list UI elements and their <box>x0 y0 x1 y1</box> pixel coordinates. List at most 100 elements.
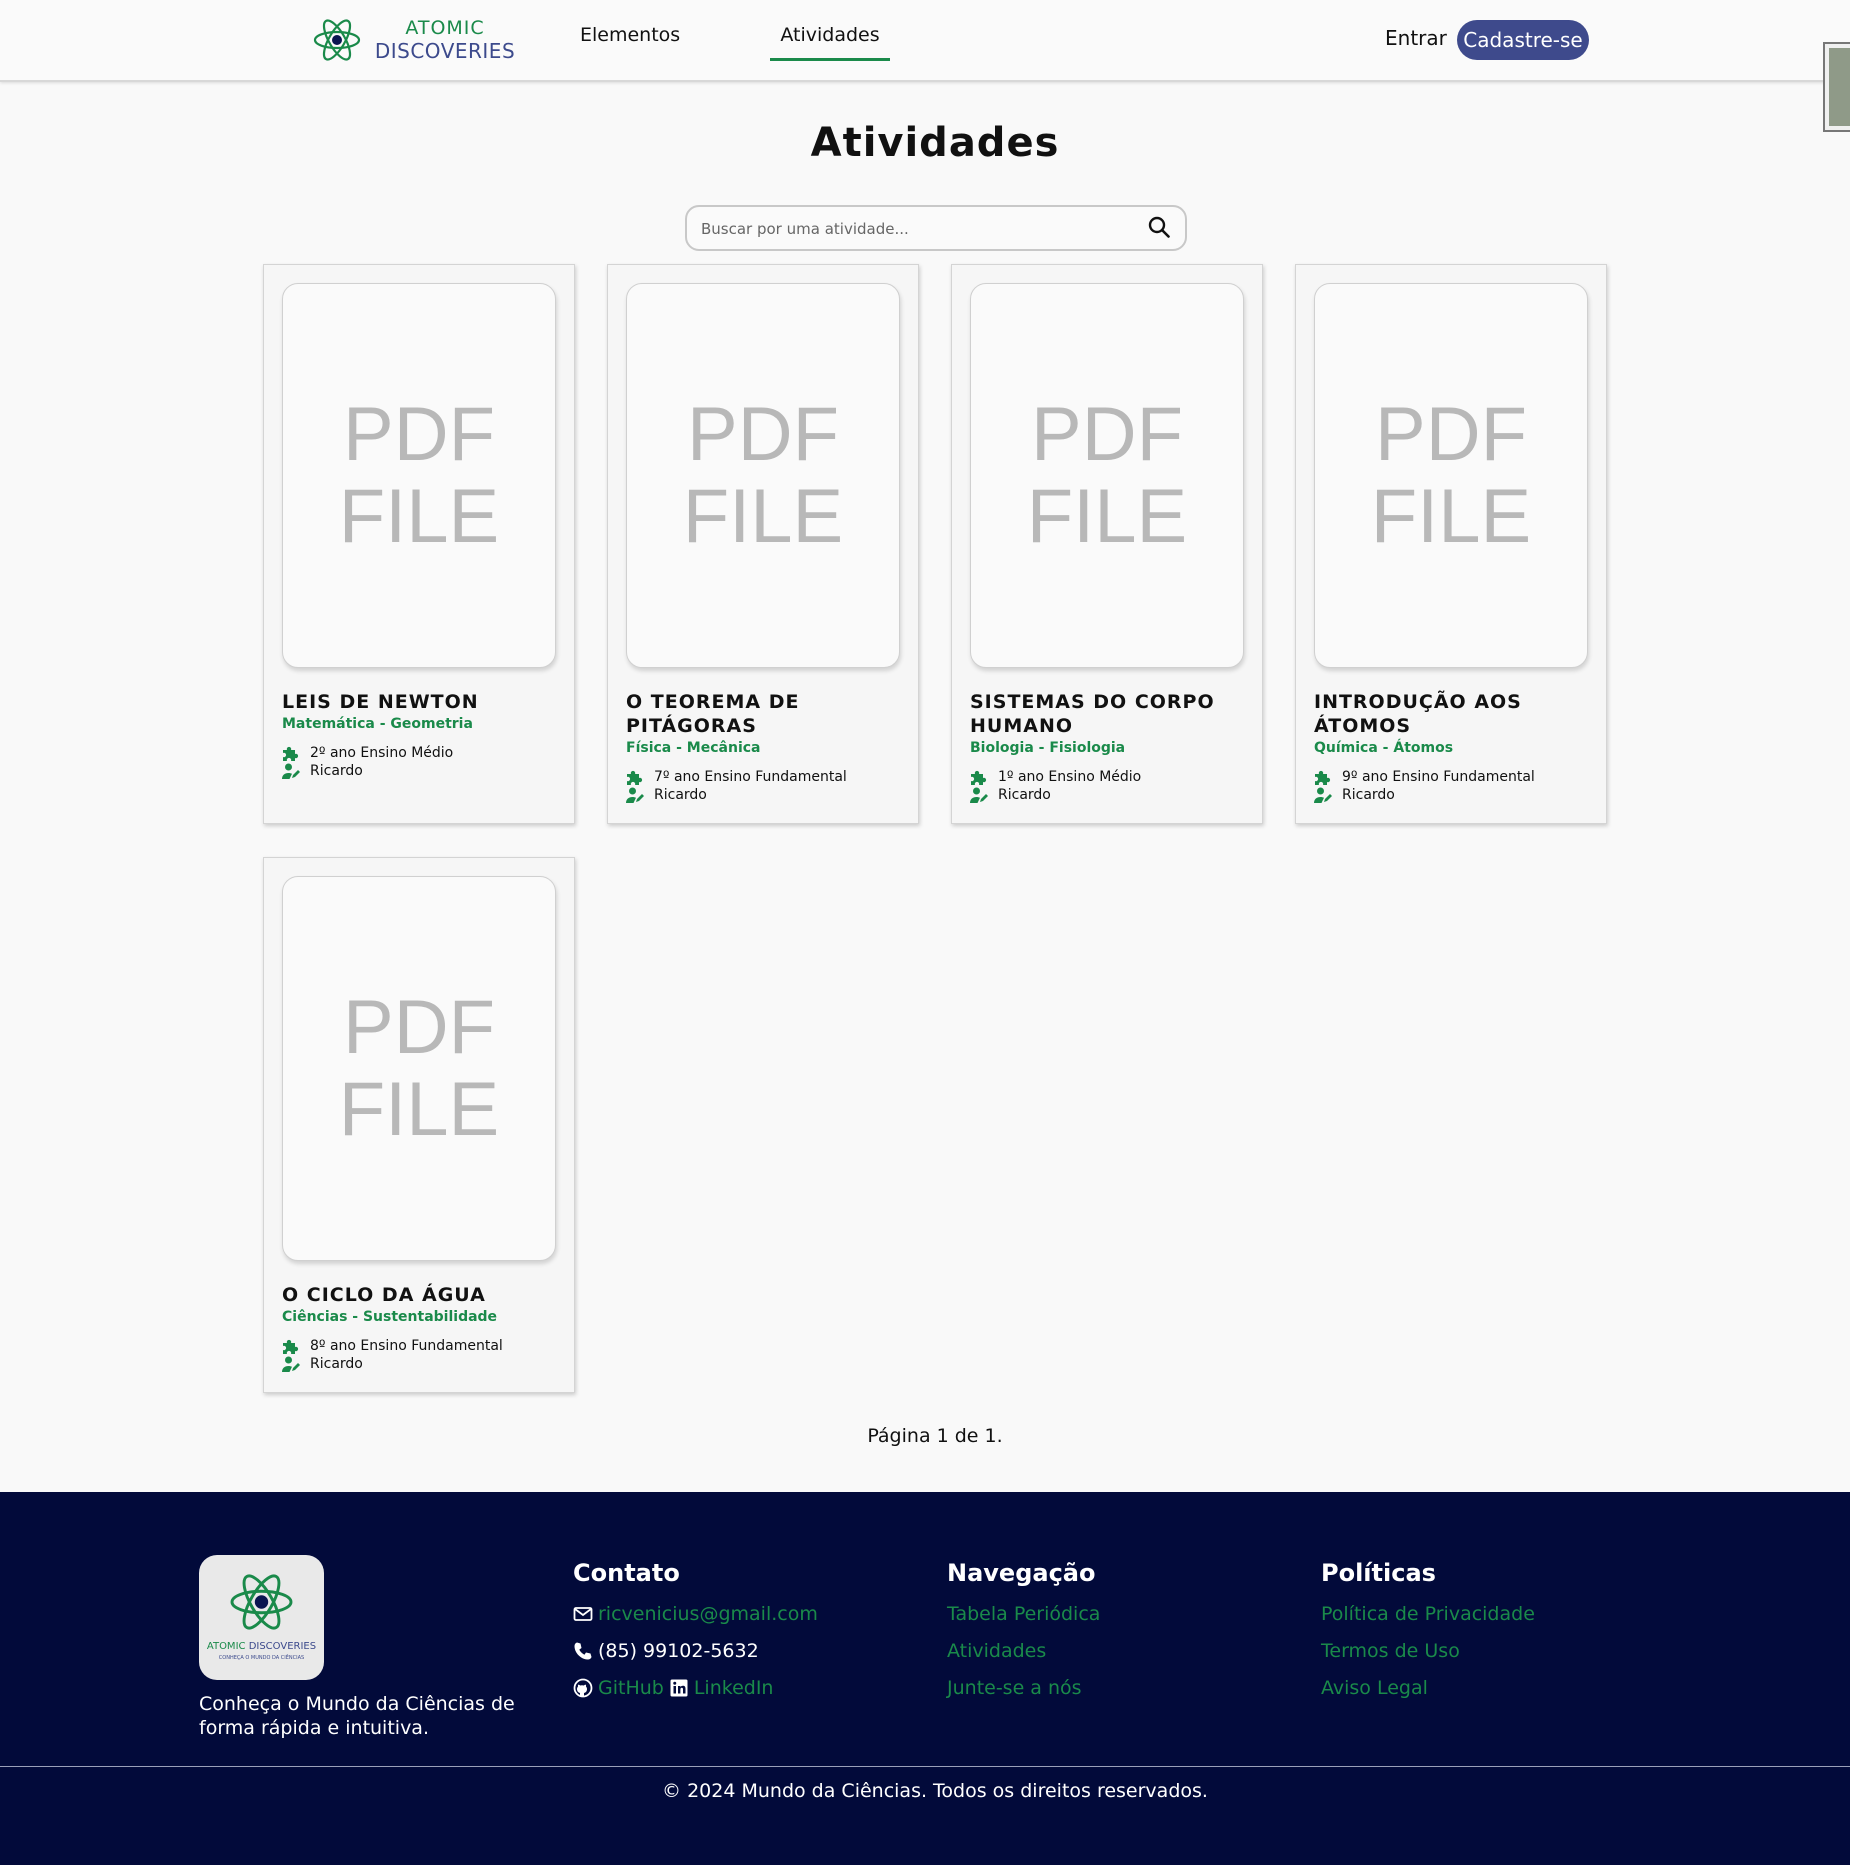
logo-line-1: ATOMIC <box>405 17 485 39</box>
side-tab-image <box>1829 48 1850 126</box>
user-edit-icon <box>282 1356 300 1372</box>
footer-link-tabela-periodica[interactable]: Tabela Periódica <box>947 1602 1100 1626</box>
file-label: FILE <box>1370 474 1532 559</box>
pdf-thumbnail[interactable]: PDF FILE <box>282 283 556 668</box>
card-grade: 1º ano Ensino Médio <box>998 769 1142 785</box>
card-title[interactable]: O TEOREMA DE PITÁGORAS <box>626 690 916 738</box>
footer-link-privacidade[interactable]: Política de Privacidade <box>1321 1602 1535 1626</box>
email-link[interactable]: ricvenicius@gmail.com <box>598 1602 818 1626</box>
user-edit-icon <box>282 763 300 779</box>
email-row: ricvenicius@gmail.com <box>573 1602 818 1639</box>
pdf-label: PDF <box>343 985 495 1070</box>
github-link[interactable]: GitHub <box>598 1676 664 1700</box>
footer-tagline: Conheça o Mundo da Ciências de forma ráp… <box>199 1693 515 1739</box>
activity-card[interactable]: PDF FILE O TEOREMA DE PITÁGORAS Física -… <box>607 264 919 824</box>
site-footer: ATOMIC DISCOVERIES CONHEÇA O MUNDO DA CI… <box>0 1492 1850 1865</box>
activity-card[interactable]: PDF FILE SISTEMAS DO CORPO HUMANO Biolog… <box>951 264 1263 824</box>
activity-card[interactable]: PDF FILE INTRODUÇÃO AOS ÁTOMOS Química -… <box>1295 264 1607 824</box>
site-logo[interactable]: ATOMIC DISCOVERIES <box>312 14 518 66</box>
author-row: Ricardo <box>282 762 572 780</box>
grade-row: 2º ano Ensino Médio <box>282 744 572 762</box>
card-meta: 1º ano Ensino Médio Ricardo <box>970 768 1260 804</box>
footer-logo-slogan: CONHEÇA O MUNDO DA CIÊNCIAS <box>218 1655 305 1661</box>
file-label: FILE <box>338 1067 500 1152</box>
card-subject: Física - Mecânica <box>626 740 761 756</box>
nav-atividades[interactable]: Atividades <box>770 24 890 64</box>
file-label: FILE <box>682 474 844 559</box>
card-title[interactable]: O CICLO DA ÁGUA <box>282 1283 572 1307</box>
github-icon <box>573 1678 593 1698</box>
signup-button[interactable]: Cadastre-se <box>1457 20 1589 60</box>
card-grade: 7º ano Ensino Fundamental <box>654 769 847 785</box>
top-navbar: ATOMIC DISCOVERIES Elementos Atividades … <box>0 0 1850 82</box>
puzzle-icon <box>971 770 987 785</box>
copyright-text: © 2024 Mundo da Ciências. Todos os direi… <box>662 1780 1208 1802</box>
pdf-placeholder-text: PDF FILE <box>283 394 555 558</box>
page-title: Atividades <box>810 120 1060 166</box>
card-subject: Biologia - Fisiologia <box>970 740 1126 756</box>
card-title[interactable]: LEIS DE NEWTON <box>282 690 572 714</box>
author-row: Ricardo <box>1314 786 1604 804</box>
pdf-thumbnail[interactable]: PDF FILE <box>282 876 556 1261</box>
grade-row: 7º ano Ensino Fundamental <box>626 768 916 786</box>
search-icon[interactable] <box>1148 216 1170 238</box>
card-grade: 8º ano Ensino Fundamental <box>310 1338 503 1354</box>
linkedin-link[interactable]: LinkedIn <box>694 1676 774 1700</box>
pdf-thumbnail[interactable]: PDF FILE <box>1314 283 1588 668</box>
pdf-label: PDF <box>343 392 495 477</box>
search-bar <box>685 205 1187 251</box>
pdf-thumbnail[interactable]: PDF FILE <box>626 283 900 668</box>
footer-nav-title: Navegação <box>947 1559 1096 1587</box>
phone-row: (85) 99102-5632 <box>573 1639 818 1676</box>
footer-policies-title: Políticas <box>1321 1559 1436 1587</box>
file-label: FILE <box>1026 474 1188 559</box>
footer-link-junte-se[interactable]: Junte-se a nós <box>947 1676 1082 1700</box>
grade-row: 8º ano Ensino Fundamental <box>282 1337 572 1355</box>
card-meta: 8º ano Ensino Fundamental Ricardo <box>282 1337 572 1373</box>
card-author: Ricardo <box>654 787 707 803</box>
card-body: LEIS DE NEWTON Matemática - Geometria 2º… <box>282 690 572 780</box>
footer-link-termos[interactable]: Termos de Uso <box>1321 1639 1460 1663</box>
footer-contact-title: Contato <box>573 1559 680 1587</box>
grade-row: 9º ano Ensino Fundamental <box>1314 768 1604 786</box>
card-author: Ricardo <box>310 763 363 779</box>
search-input[interactable] <box>699 215 1123 243</box>
author-row: Ricardo <box>626 786 916 804</box>
card-grade: 9º ano Ensino Fundamental <box>1342 769 1535 785</box>
footer-divider <box>0 1766 1850 1767</box>
activity-card[interactable]: PDF FILE LEIS DE NEWTON Matemática - Geo… <box>263 264 575 824</box>
logo-wordmark: ATOMIC DISCOVERIES <box>370 17 520 63</box>
puzzle-icon <box>283 1339 299 1354</box>
card-body: INTRODUÇÃO AOS ÁTOMOS Química - Átomos 9… <box>1314 690 1604 804</box>
social-row: GitHub LinkedIn <box>573 1676 818 1713</box>
card-subject: Química - Átomos <box>1314 740 1454 756</box>
footer-link-atividades[interactable]: Atividades <box>947 1639 1046 1663</box>
side-tab-widget[interactable] <box>1823 42 1850 132</box>
pdf-label: PDF <box>1375 392 1527 477</box>
footer-contact-column: Contato ricvenicius@gmail.com (85) 99102… <box>573 1558 818 1713</box>
pdf-thumbnail[interactable]: PDF FILE <box>970 283 1244 668</box>
card-title[interactable]: SISTEMAS DO CORPO HUMANO <box>970 690 1260 738</box>
card-title[interactable]: INTRODUÇÃO AOS ÁTOMOS <box>1314 690 1604 738</box>
user-edit-icon <box>1314 787 1332 803</box>
puzzle-icon <box>627 770 643 785</box>
pdf-placeholder-text: PDF FILE <box>627 394 899 558</box>
logo-line-2: DISCOVERIES <box>374 39 516 63</box>
card-body: O TEOREMA DE PITÁGORAS Física - Mecânica… <box>626 690 916 804</box>
activity-card[interactable]: PDF FILE O CICLO DA ÁGUA Ciências - Sust… <box>263 857 575 1393</box>
card-meta: 7º ano Ensino Fundamental Ricardo <box>626 768 916 804</box>
card-meta: 2º ano Ensino Médio Ricardo <box>282 744 572 780</box>
footer-link-aviso-legal[interactable]: Aviso Legal <box>1321 1676 1428 1700</box>
login-button[interactable]: Entrar <box>1385 26 1447 50</box>
card-grade: 2º ano Ensino Médio <box>310 745 454 761</box>
card-body: O CICLO DA ÁGUA Ciências - Sustentabilid… <box>282 1283 572 1373</box>
card-author: Ricardo <box>1342 787 1395 803</box>
footer-logo[interactable]: ATOMIC DISCOVERIES CONHEÇA O MUNDO DA CI… <box>199 1555 324 1680</box>
user-edit-icon <box>626 787 644 803</box>
footer-logo-wordmark: ATOMIC DISCOVERIES <box>199 1641 324 1652</box>
nav-elementos[interactable]: Elementos <box>580 24 680 64</box>
grade-row: 1º ano Ensino Médio <box>970 768 1260 786</box>
footer-policies-column: Políticas Política de Privacidade Termos… <box>1321 1558 1535 1713</box>
card-subject: Ciências - Sustentabilidade <box>282 1309 498 1325</box>
user-edit-icon <box>970 787 988 803</box>
